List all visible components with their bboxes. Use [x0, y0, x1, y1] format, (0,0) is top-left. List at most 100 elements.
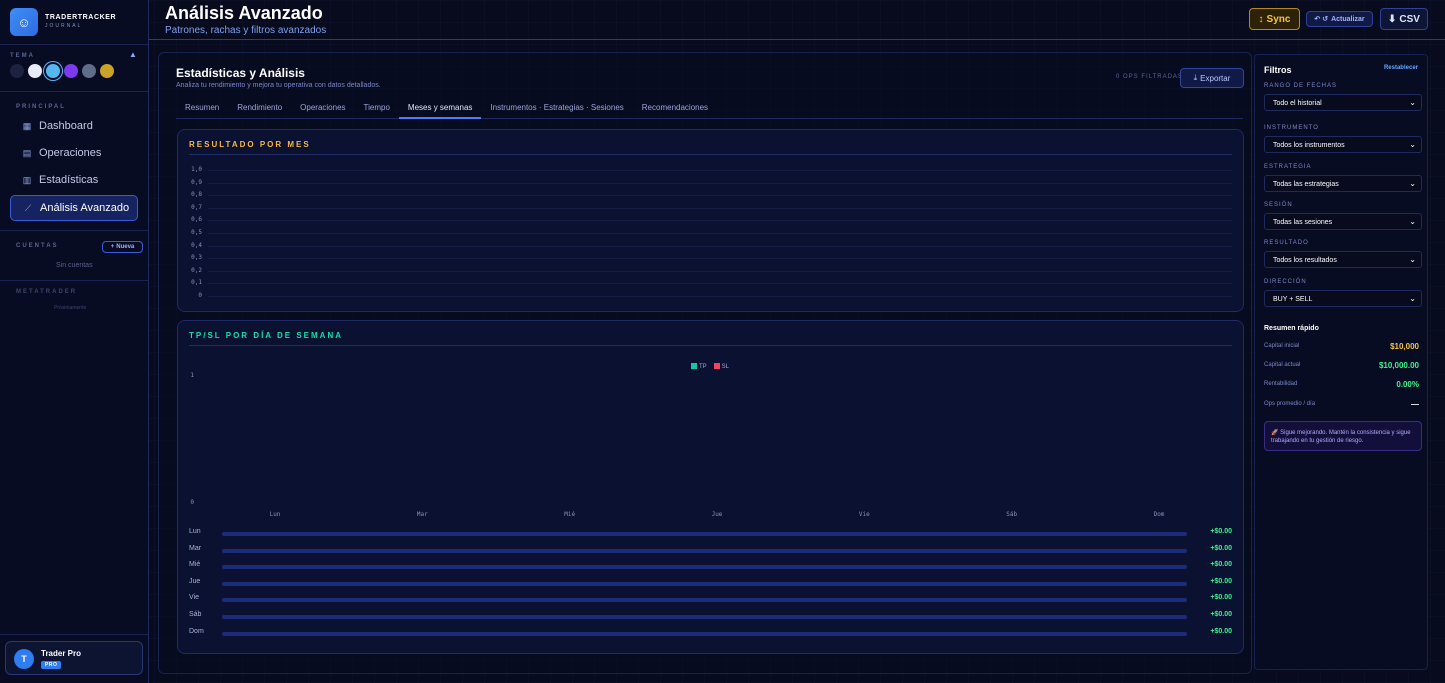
divider: [0, 634, 148, 635]
legend-swatch: [713, 363, 720, 369]
filter-value: Todos los resultados: [1273, 257, 1337, 264]
theme-swatch[interactable]: [64, 64, 78, 78]
filter-select[interactable]: Todos los instrumentos ⌄: [1264, 136, 1422, 153]
filter-select[interactable]: Todo el historial ⌄: [1264, 94, 1422, 111]
resumen-title: Resumen rápido: [1264, 325, 1319, 332]
x-tick-label: Vie: [858, 511, 870, 518]
chart-title: TP/SL POR DÍA DE SEMANA: [189, 331, 344, 340]
day-bar: [222, 565, 1187, 570]
filter-select[interactable]: BUY + SELL ⌄: [1264, 290, 1422, 307]
y-tick-label: 0,3: [191, 254, 202, 262]
csv-label: CSV: [1399, 13, 1420, 25]
tip-box: 🚀 Sigue mejorando. Mantén la consistenci…: [1264, 421, 1422, 451]
day-label: Mié: [189, 561, 201, 569]
collapse-icon[interactable]: ▲: [129, 50, 137, 59]
filter-select[interactable]: Todas las sesiones ⌄: [1264, 213, 1422, 230]
stats-panel: Estadísticas y Análisis Analiza tu rendi…: [158, 52, 1252, 674]
day-value: +$0.00: [1210, 627, 1232, 635]
day-value: +$0.00: [1210, 577, 1232, 585]
day-row: Mié +$0.00: [189, 561, 1232, 573]
theme-swatch[interactable]: [82, 64, 96, 78]
bot-icon[interactable]: ☺: [10, 8, 38, 36]
nav-item-analisis-avanzado[interactable]: ⟋ Análisis Avanzado: [10, 195, 138, 221]
legend-label: SL: [721, 364, 730, 370]
export-label: Exportar: [1200, 73, 1231, 83]
y-tick-label: 0,2: [191, 266, 202, 274]
x-tick-label: Mar: [416, 511, 428, 518]
resumen-value: 0.00%: [1396, 380, 1419, 389]
user-name: Trader Pro: [41, 649, 82, 658]
section-title: Estadísticas y Análisis: [176, 66, 305, 80]
nav-item-dashboard[interactable]: ▦ Dashboard: [10, 113, 138, 139]
resumen-label: Capital actual: [1264, 362, 1301, 368]
theme-swatch[interactable]: [10, 64, 24, 78]
chevron-down-icon: ⌄: [1409, 179, 1416, 188]
theme-picker: [10, 64, 114, 78]
day-row: Vie +$0.00: [189, 594, 1232, 606]
filters-panel: Filtros Restablecer Resumen rápido 🚀 Sig…: [1254, 54, 1428, 670]
day-bar: [222, 581, 1187, 586]
tab-instrumentos[interactable]: Instrumentos · Estrategias · Sesiones: [481, 99, 632, 119]
sync-icon: ↕: [1258, 13, 1264, 25]
filter-label: RESULTADO: [1264, 240, 1309, 246]
day-value: +$0.00: [1210, 561, 1232, 569]
nueva-label: Nueva: [116, 244, 135, 250]
resumen-label: Ops promedio / día: [1264, 401, 1316, 407]
theme-swatch[interactable]: [28, 64, 42, 78]
y-tick-label: 0,4: [191, 241, 202, 249]
nueva-cuenta-button[interactable]: + Nueva: [102, 241, 143, 253]
day-bar: [222, 631, 1187, 636]
csv-button[interactable]: ⬇ CSV: [1380, 8, 1428, 30]
day-bar: [222, 532, 1187, 536]
divider: [189, 345, 1232, 346]
day-row: Sáb +$0.00: [189, 611, 1232, 623]
tab-meses-semanas[interactable]: Meses y semanas: [398, 99, 482, 119]
resumen-value: —: [1411, 400, 1419, 409]
gridline: [208, 270, 1232, 272]
day-bar: [222, 548, 1187, 553]
filter-label: SESIÓN: [1264, 202, 1293, 208]
gridline: [208, 258, 1232, 260]
bar-chart-icon: ▥: [22, 175, 32, 185]
theme-swatch[interactable]: [100, 64, 114, 78]
nav-label: Dashboard: [39, 120, 93, 132]
filter-value: Todas las sesiones: [1273, 219, 1333, 226]
day-label: Mar: [189, 544, 202, 552]
header: Análisis Avanzado Patrones, rachas y fil…: [149, 0, 1445, 40]
filter-select[interactable]: Todos los resultados ⌄: [1264, 251, 1422, 268]
day-value: +$0.00: [1210, 544, 1232, 552]
day-row: Jue +$0.00: [189, 578, 1232, 590]
filter-value: Todos los instrumentos: [1273, 142, 1345, 149]
filter-select[interactable]: Todas las estrategias ⌄: [1264, 175, 1422, 192]
tab-recomendaciones[interactable]: Recomendaciones: [633, 99, 717, 119]
x-tick-label: Mié: [564, 511, 576, 518]
nav-label: Estadísticas: [39, 174, 99, 186]
nav-item-operaciones[interactable]: ▤ Operaciones: [10, 140, 138, 166]
day-row: Dom +$0.00: [189, 628, 1232, 640]
divider: [0, 280, 148, 281]
plus-icon: +: [110, 244, 115, 250]
actualizar-button[interactable]: ↶ ↺ Actualizar: [1306, 11, 1373, 27]
chevron-down-icon: ⌄: [1409, 98, 1416, 107]
sync-button[interactable]: ↕ Sync: [1249, 8, 1300, 30]
filter-value: BUY + SELL: [1273, 296, 1313, 303]
actualizar-label: Actualizar: [1331, 15, 1365, 23]
tab-operaciones[interactable]: Operaciones: [291, 99, 354, 119]
reset-filters-link[interactable]: Restablecer: [1384, 65, 1418, 71]
tab-rendimiento[interactable]: Rendimiento: [228, 99, 291, 119]
export-button[interactable]: ⤓ Exportar: [1180, 68, 1244, 88]
tab-tiempo[interactable]: Tiempo: [355, 99, 399, 119]
day-label: Lun: [189, 528, 201, 535]
user-profile[interactable]: T Trader Pro PRO: [5, 641, 143, 675]
theme-swatch[interactable]: [46, 64, 60, 78]
y-tick-label: 0,7: [191, 203, 202, 211]
nav-label: Análisis Avanzado: [40, 202, 130, 214]
trend-icon: ⟋: [24, 203, 32, 213]
ops-count: 0 OPS FILTRADAS: [1116, 74, 1183, 80]
tab-resumen[interactable]: Resumen: [176, 99, 228, 119]
nav-item-estadisticas[interactable]: ▥ Estadísticas: [10, 167, 138, 193]
resumen-label: Rentabilidad: [1264, 381, 1298, 387]
legend: TP SL: [691, 363, 729, 370]
download-icon: ⬇: [1388, 13, 1397, 25]
filter-label: RANGO DE FECHAS: [1264, 83, 1338, 89]
